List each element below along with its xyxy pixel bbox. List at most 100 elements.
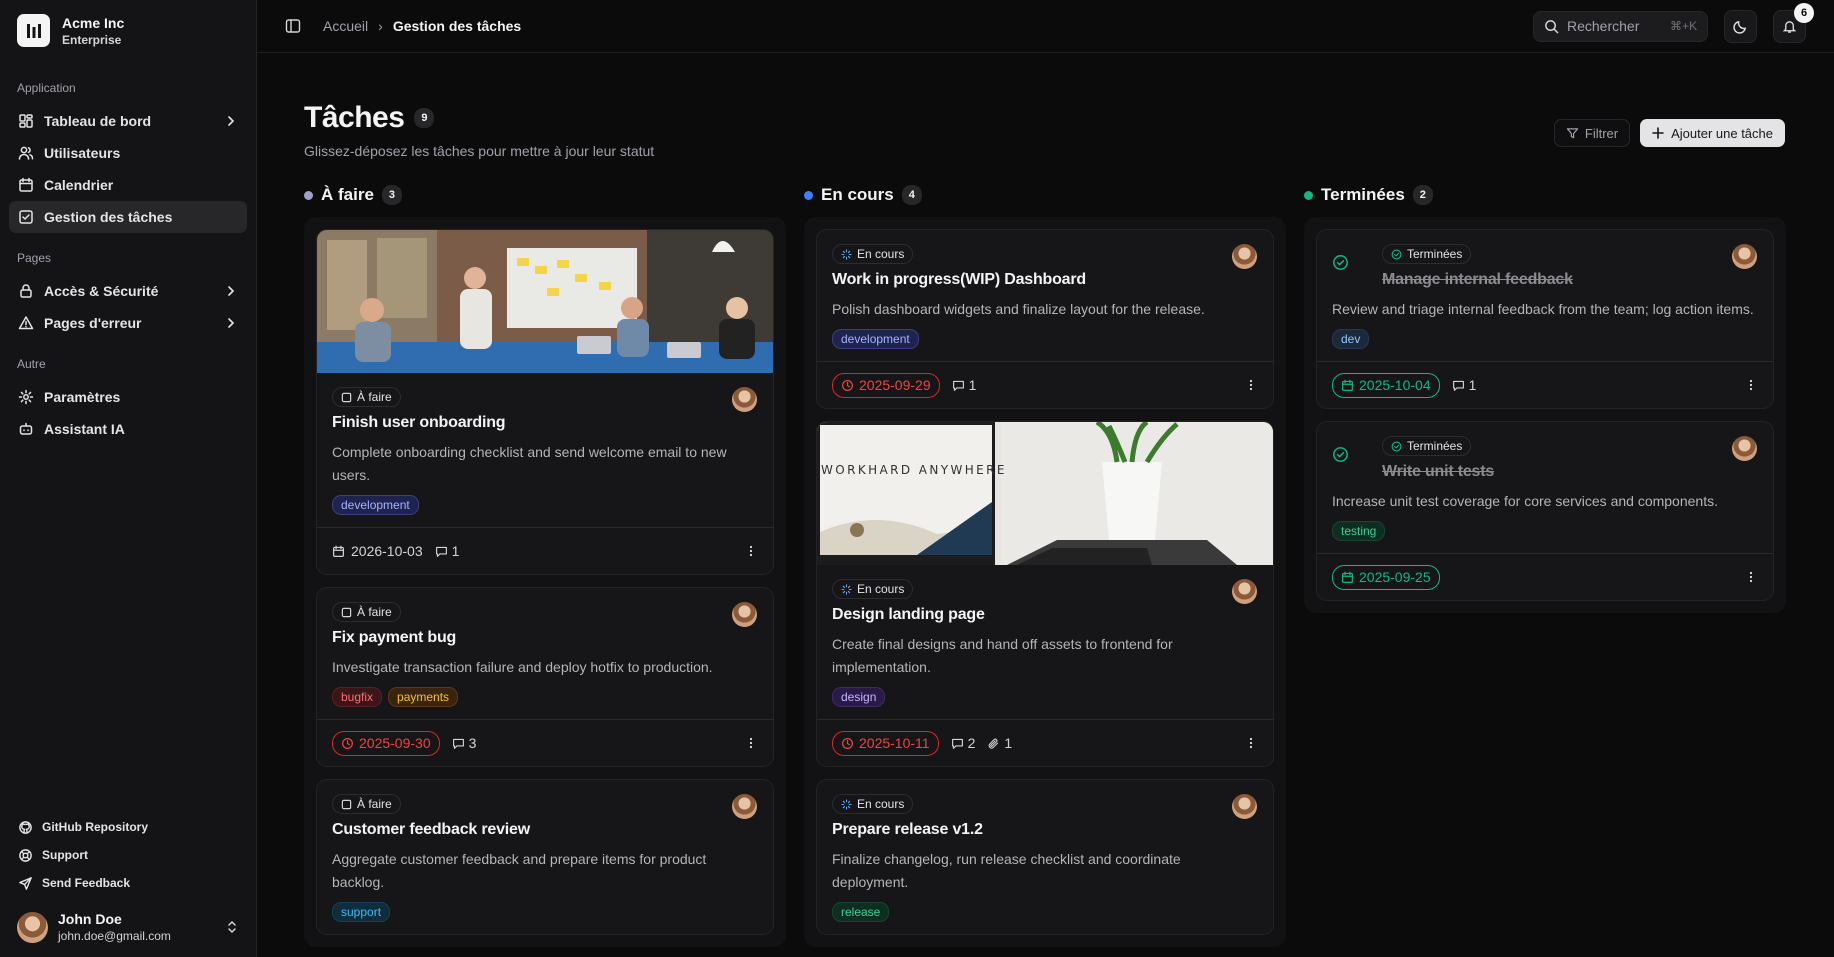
more-vertical-icon[interactable] [744,544,758,558]
filter-button[interactable]: Filtrer [1553,119,1631,147]
theme-toggle-button[interactable] [1724,9,1757,43]
column-status-dot [804,190,813,200]
task-card[interactable]: À faire Finish user onboarding Complete … [316,229,774,575]
assignee-avatar[interactable] [1232,244,1257,269]
task-description: Polish dashboard widgets and finalize la… [832,301,1205,317]
brand-plan: Enterprise [62,32,122,47]
assignee-avatar[interactable] [1732,244,1757,269]
comment-count[interactable]: 1 [435,543,459,559]
completed-date[interactable]: 2025-09-25 [1332,564,1440,590]
task-card[interactable]: Terminées Write unit tests Increase unit… [1316,421,1774,601]
task-card[interactable]: En cours Prepare release v1.2 Finalize c… [816,779,1274,935]
sidebar-item[interactable]: Utilisateurs [9,137,247,169]
brand-name: Acme Inc [62,14,125,31]
completed-check-icon[interactable] [1332,446,1349,463]
column-header: À faire 3 [304,185,786,205]
footer-link[interactable]: Send Feedback [9,869,247,897]
brand-logo-icon [17,14,50,47]
sidebar: Acme Inc Enterprise Application Tableau d… [0,0,257,957]
due-date[interactable]: 2026-10-03 [332,543,423,559]
sidebar-item-label: Assistant IA [44,421,125,437]
notifications-button[interactable]: 6 [1773,2,1814,43]
sidebar-footer: GitHub Repository Support Send Feedback Jo… [9,813,247,947]
task-description: Increase unit test coverage for core ser… [1332,493,1718,509]
card-footer: 2025-10-11 2 1 [817,719,1273,766]
overdue-date[interactable]: 2025-09-29 [832,372,940,398]
nav-section: Application Tableau de bord Utilisateurs Ca… [9,81,247,233]
card-content: En cours Design landing page Create fina… [817,565,1273,719]
page-title: Tâches [304,101,405,134]
more-vertical-icon[interactable] [1744,378,1758,392]
todo-square-icon [341,607,352,617]
due-date-text: 2025-10-11 [859,735,930,751]
footer-link-label: Support [42,848,88,862]
assignee-avatar[interactable] [732,794,757,819]
sidebar-toggle-icon[interactable] [285,18,301,34]
more-vertical-icon[interactable] [1244,378,1258,392]
filter-icon [1566,127,1579,138]
card-header: À faire Fix payment bug [332,602,758,647]
sidebar-item[interactable]: Tableau de bord [9,105,247,137]
card-footer: 2026-10-03 1 [317,527,773,574]
brand-switcher[interactable]: Acme Inc Enterprise [9,10,247,63]
moon-icon [1733,20,1747,34]
comment-count[interactable]: 2 [951,735,975,751]
user-avatar [17,911,48,943]
completed-check-icon[interactable] [1332,254,1349,271]
lock-icon [20,284,32,298]
status-badge: À faire [332,387,401,407]
nav-section-label: Pages [17,251,52,265]
comment-count[interactable]: 3 [452,735,476,751]
more-vertical-icon[interactable] [1244,736,1258,750]
more-vertical-icon[interactable] [744,736,758,750]
add-task-button[interactable]: Ajouter une tâche [1640,119,1785,147]
task-tags: release [832,902,1258,922]
nav-section-label: Autre [17,357,46,371]
user-menu[interactable]: John Doe john.doe@gmail.com [9,897,247,947]
comment-icon [452,738,464,749]
sidebar-item[interactable]: Calendrier [9,169,247,201]
task-card[interactable]: À faire Fix payment bug Investigate tran… [316,587,774,767]
footer-link[interactable]: GitHub Repository [9,813,247,841]
task-tag: design [832,687,886,707]
desk-workspace-image: WORKHARD ANYWHERE [817,422,1273,565]
comment-count[interactable]: 1 [952,377,976,393]
task-tags: development [332,495,758,515]
assignee-avatar[interactable] [1232,579,1257,604]
task-card[interactable]: À faire Customer feedback review Aggrega… [316,779,774,935]
task-card[interactable]: En cours Work in progress(WIP) Dashboard… [816,229,1274,409]
sidebar-item[interactable]: Paramètres [9,381,247,413]
assignee-avatar[interactable] [732,387,757,412]
task-tag: development [332,495,419,515]
sidebar-item-label: Tableau de bord [44,113,152,129]
task-card[interactable]: WORKHARD ANYWHERE En cours Design landin… [816,421,1274,767]
overdue-date[interactable]: 2025-09-30 [332,730,440,756]
attachment-count[interactable]: 1 [987,735,1012,751]
card-header: En cours Prepare release v1.2 [832,794,1258,839]
card-header: À faire Customer feedback review [332,794,758,839]
more-vertical-icon[interactable] [1744,570,1758,584]
card-header: Terminées Write unit tests [1332,436,1758,481]
sidebar-item[interactable]: Gestion des tâches [9,201,247,233]
search-input[interactable]: Rechercher ⌘+K [1533,10,1708,42]
card-header: À faire Finish user onboarding [332,387,758,432]
column-count-badge: 3 [381,185,402,205]
assignee-avatar[interactable] [1732,436,1757,461]
task-tag: support [332,902,391,922]
due-date-text: 2026-10-03 [351,543,423,559]
assignee-avatar[interactable] [732,602,757,627]
task-card[interactable]: Terminées Manage internal feedback Revie… [1316,229,1774,409]
overdue-date[interactable]: 2025-10-11 [832,730,939,756]
completed-date[interactable]: 2025-10-04 [1332,372,1440,398]
sidebar-item[interactable]: Accès & Sécurité [9,275,247,307]
comment-count[interactable]: 1 [1452,377,1476,393]
sidebar-item[interactable]: Assistant IA [9,413,247,445]
sidebar-item[interactable]: Pages d'erreur [9,307,247,339]
breadcrumb-separator-icon: › [378,18,383,34]
assignee-avatar[interactable] [1232,794,1257,819]
status-label: En cours [857,582,905,596]
card-header: En cours Work in progress(WIP) Dashboard [832,244,1258,289]
breadcrumb-home[interactable]: Accueil [323,18,368,34]
footer-link[interactable]: Support [9,841,247,869]
due-date-text: 2025-10-04 [1359,377,1431,393]
